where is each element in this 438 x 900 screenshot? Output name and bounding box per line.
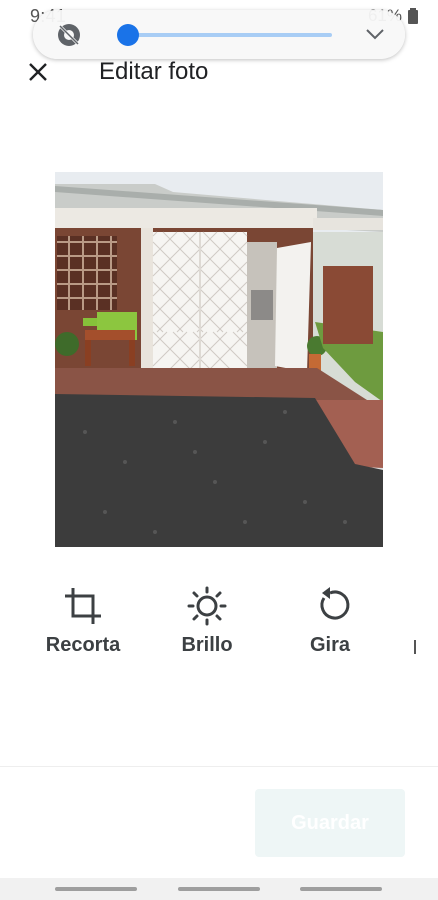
brightness-icon [187,586,227,626]
tool-crop[interactable]: Recorta [28,586,138,657]
nav-recents-button[interactable] [55,887,137,891]
page-title: Editar foto [99,58,209,85]
chevron-down-icon[interactable] [365,26,385,42]
battery-icon [408,8,418,24]
nav-home-button[interactable] [178,887,260,891]
nav-back-button[interactable] [300,887,382,891]
close-button[interactable] [22,56,54,88]
brightness-auto-off-icon[interactable] [57,23,81,47]
crop-icon [65,588,101,624]
tool-overflow-peek [414,640,416,654]
app-header: Editar foto [0,48,438,96]
brightness-slider-thumb[interactable] [116,24,139,46]
tool-brightness[interactable]: Brillo [152,586,262,657]
tool-bar: Recorta Brillo Gira [0,586,438,666]
tool-crop-label: Recorta [45,634,121,656]
tool-rotate[interactable]: Gira [275,586,385,657]
tool-brightness-label: Brillo [181,634,233,656]
save-button[interactable]: Guardar [255,789,405,857]
tool-rotate-label: Gira [309,634,351,656]
brightness-slider[interactable] [116,24,332,46]
close-icon [29,63,47,81]
rotate-icon [320,587,350,620]
house-photo [55,172,383,547]
system-nav-bar [0,878,438,900]
footer-divider [0,766,438,767]
photo-preview[interactable] [55,172,383,547]
